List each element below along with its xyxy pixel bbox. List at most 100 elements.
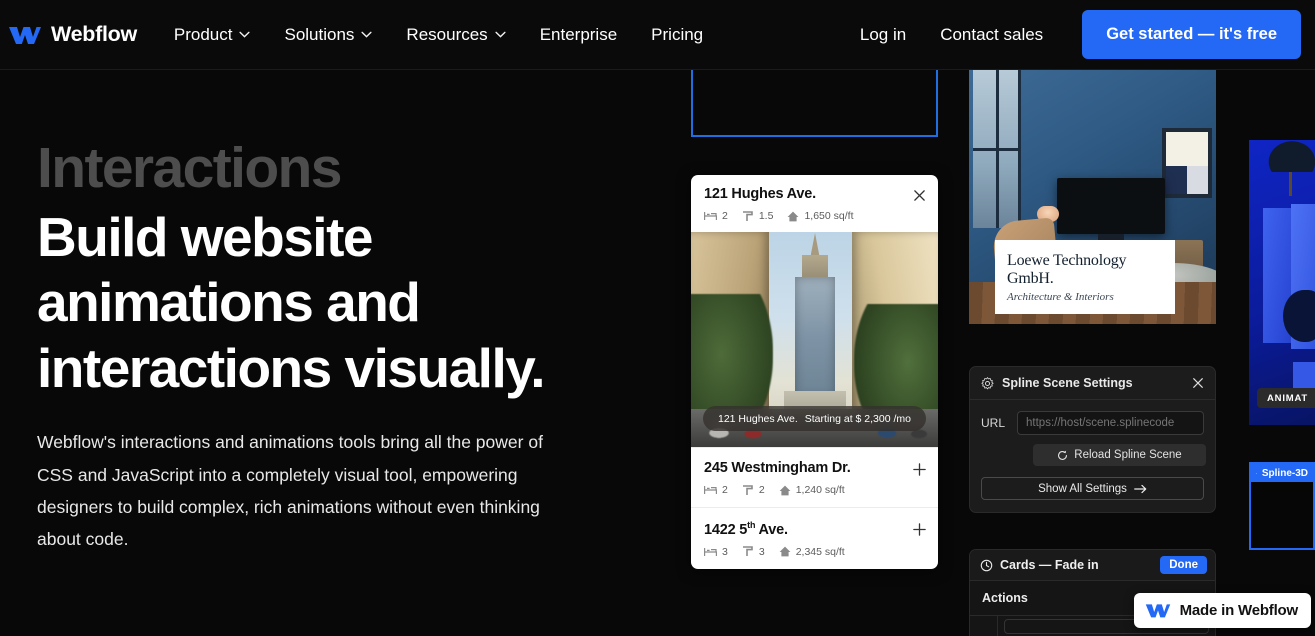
- property-title: 1422 5th Ave.: [704, 520, 925, 538]
- interior-company-name: Loewe Technology GmbH.: [1007, 252, 1127, 287]
- url-label: URL: [981, 416, 1006, 430]
- interior-photo-card: Loewe Technology GmbH. Architecture & In…: [969, 68, 1216, 324]
- property-meta: 2 1.5 1,650 sq/ft: [704, 210, 925, 222]
- interior-wall-art: [1162, 128, 1212, 198]
- refresh-icon: [1058, 450, 1068, 460]
- baths-value: 1.5: [758, 210, 774, 222]
- hero-description: Webflow's interactions and animations to…: [37, 432, 543, 550]
- spline-panel-body: URL Reload Spline Scene Show All Setting…: [970, 400, 1215, 512]
- plus-icon[interactable]: [912, 462, 927, 477]
- chevron-down-icon: [495, 31, 506, 38]
- top-navigation-bar: Webflow Product Solutions Resources Ente…: [0, 0, 1315, 70]
- beds-meta: 3: [704, 546, 728, 558]
- bed-icon: [704, 212, 717, 220]
- area-meta: 2,345 sq/ft: [779, 546, 845, 558]
- property-meta: 3 3 2,345 sq/ft: [704, 546, 925, 558]
- login-link[interactable]: Log in: [843, 25, 923, 45]
- show-all-label: Show All Settings: [1038, 482, 1127, 495]
- house-icon: [788, 211, 799, 221]
- secondary-nav-links: Log in Contact sales Get started — it's …: [843, 10, 1315, 59]
- reload-spline-scene-button[interactable]: Reload Spline Scene: [1033, 444, 1206, 466]
- spline-panel-header: Spline Scene Settings: [970, 367, 1215, 400]
- done-button[interactable]: Done: [1160, 556, 1207, 574]
- beds-value: 3: [722, 545, 728, 558]
- beds-meta: 2: [704, 484, 728, 496]
- close-icon[interactable]: [913, 189, 926, 202]
- photo-tower: [783, 233, 846, 415]
- get-started-button[interactable]: Get started — it's free: [1082, 10, 1301, 59]
- property-list-item-2[interactable]: 1422 5th Ave. 3 3 2,345 sq/ft: [691, 507, 938, 569]
- baths-value: 3: [758, 545, 765, 558]
- area-value: 1,650 sq/ft: [804, 210, 854, 222]
- scene-small-block: [1293, 362, 1315, 390]
- chevron-down-icon: [239, 31, 251, 38]
- spline-3d-header[interactable]: Spline-3D: [1251, 464, 1313, 482]
- baths-meta: 1.5: [742, 210, 774, 222]
- nav-item-enterprise[interactable]: Enterprise: [523, 25, 634, 45]
- baths-meta: 3: [742, 546, 765, 558]
- plus-icon[interactable]: [912, 522, 927, 537]
- primary-nav-links: Product Solutions Resources Enterprise P…: [157, 25, 720, 45]
- spline-3d-mini-panel: Spline-3D: [1249, 462, 1315, 550]
- show-all-settings-button[interactable]: Show All Settings: [981, 477, 1204, 500]
- beds-value: 2: [722, 210, 728, 222]
- property-title-main: 1422 5: [704, 521, 748, 538]
- bed-icon: [704, 486, 717, 494]
- made-in-webflow-badge[interactable]: Made in Webflow: [1133, 593, 1311, 628]
- spline-globe-icon: [1256, 472, 1257, 474]
- animation-chip[interactable]: ANIMAT: [1257, 388, 1315, 408]
- property-list-item-1[interactable]: 245 Westmingham Dr. 2 2 1,240 sq/ft: [691, 447, 938, 507]
- bed-icon: [704, 547, 717, 556]
- faucet-icon: [742, 546, 753, 557]
- property-card-header: 121 Hughes Ave. 2 1.5 1,650 sq/ft: [691, 175, 938, 232]
- chevron-down-icon: [361, 31, 372, 38]
- area-value: 1,240 sq/ft: [795, 484, 845, 496]
- nav-item-resources[interactable]: Resources: [389, 25, 522, 45]
- close-icon[interactable]: [1192, 377, 1204, 389]
- interior-window: [973, 68, 1021, 228]
- baths-meta: 2: [742, 484, 765, 496]
- webflow-brand-logo[interactable]: Webflow: [8, 22, 137, 47]
- baths-value: 2: [758, 484, 765, 496]
- spline-panel-title: Spline Scene Settings: [1002, 376, 1133, 390]
- made-in-webflow-label: Made in Webflow: [1179, 602, 1299, 619]
- clock-icon: [980, 559, 993, 571]
- gear-icon: [981, 376, 994, 390]
- url-input[interactable]: [1017, 411, 1204, 435]
- nav-item-label: Product: [173, 24, 233, 44]
- beds-meta: 2: [704, 210, 728, 222]
- interior-tagline: Architecture & Interiors: [1007, 291, 1114, 303]
- url-row: URL: [981, 411, 1204, 435]
- property-title-tail: Ave.: [755, 521, 789, 538]
- pill-address: 121 Hughes Ave.: [718, 412, 798, 425]
- interior-caption: Loewe Technology GmbH. Architecture & In…: [995, 240, 1175, 314]
- faucet-icon: [742, 210, 753, 221]
- spline-scene-settings-panel: Spline Scene Settings URL Reload Spline …: [969, 366, 1216, 513]
- cards-panel-title: Cards — Fade in: [1000, 558, 1099, 572]
- nav-item-label: Resources: [406, 24, 488, 44]
- property-title: 245 Westmingham Dr.: [704, 460, 851, 476]
- property-photo: 121 Hughes Ave. Starting at $ 2,300 /mo: [691, 232, 938, 447]
- nav-item-product[interactable]: Product: [157, 25, 268, 45]
- property-title: 121 Hughes Ave.: [704, 186, 816, 202]
- nav-item-solutions[interactable]: Solutions: [267, 25, 389, 45]
- house-icon: [779, 485, 791, 495]
- page-eyebrow: Interactions: [37, 136, 342, 200]
- pill-price: Starting at $ 2,300 /mo: [804, 412, 911, 425]
- blue-3d-scene: ANIMAT: [1249, 140, 1315, 425]
- reload-button-label: Reload Spline Scene: [1074, 449, 1182, 461]
- interior-tv: [1057, 178, 1165, 234]
- scene-tree-canopy: [1265, 140, 1315, 172]
- area-meta: 1,240 sq/ft: [779, 484, 845, 496]
- photo-price-pill: 121 Hughes Ave. Starting at $ 2,300 /mo: [703, 406, 926, 431]
- tower-shaft: [794, 277, 835, 397]
- arrow-right-icon: [1134, 484, 1147, 493]
- webflow-interactions-page: Webflow Product Solutions Resources Ente…: [0, 0, 1315, 636]
- brand-name: Webflow: [51, 22, 137, 46]
- webflow-logo-icon: [1145, 604, 1170, 618]
- area-value: 2,345 sq/ft: [795, 545, 845, 558]
- cards-panel-header: Cards — Fade in Done: [970, 550, 1215, 581]
- nav-item-label: Solutions: [284, 24, 355, 44]
- contact-sales-link[interactable]: Contact sales: [923, 25, 1060, 45]
- nav-item-pricing[interactable]: Pricing: [634, 25, 720, 45]
